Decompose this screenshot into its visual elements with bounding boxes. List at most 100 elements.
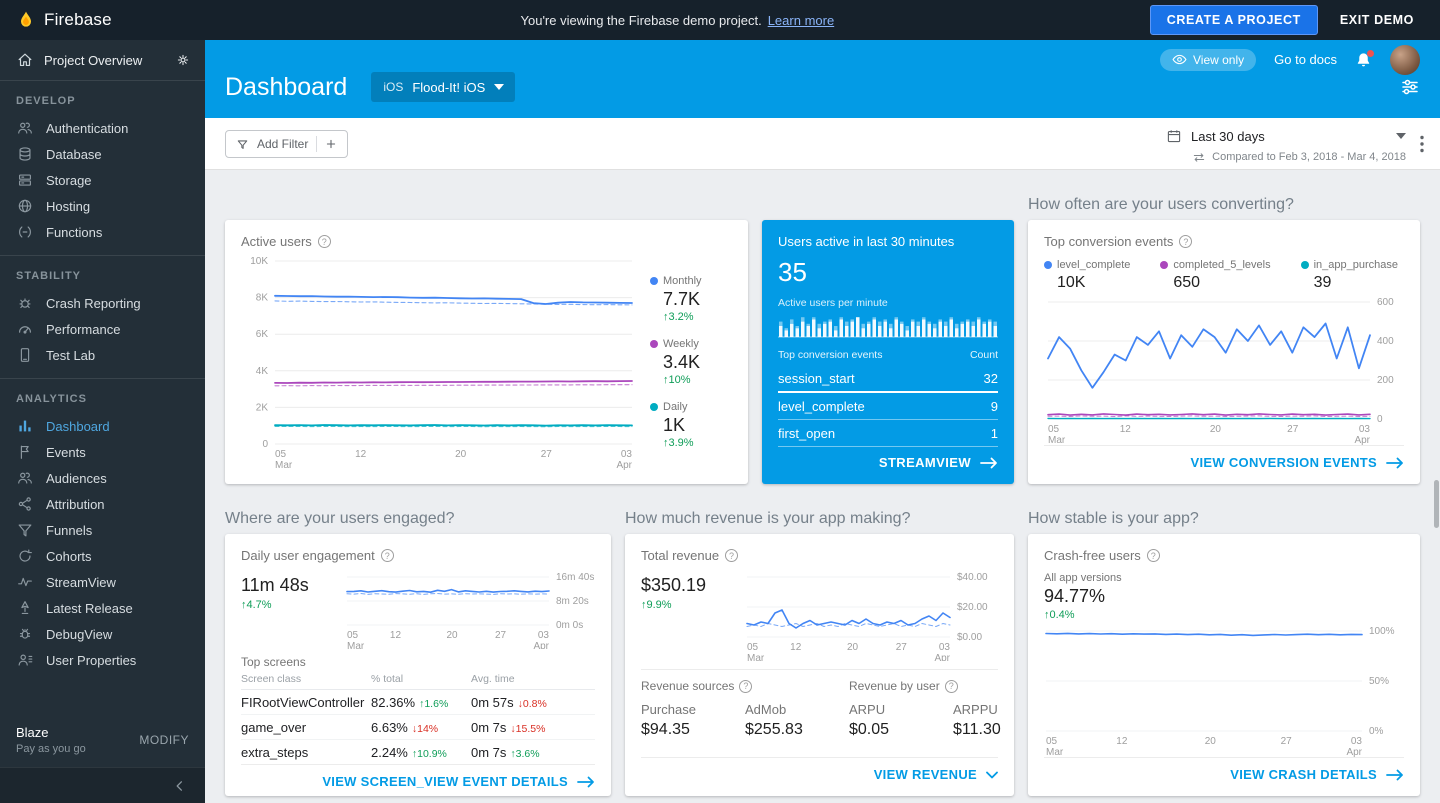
top-screens-table: Screen class % total Avg. time FIRootVie… <box>241 673 595 764</box>
date-range-dropdown[interactable]: Last 30 days <box>1166 128 1406 144</box>
more-options-kebab-icon[interactable] <box>1420 135 1424 169</box>
svg-text:16m 40s: 16m 40s <box>556 572 594 583</box>
info-icon[interactable] <box>318 235 331 248</box>
legend-dot <box>1044 261 1052 269</box>
sidebar-item-functions[interactable]: Functions <box>0 219 205 245</box>
exit-demo-button[interactable]: EXIT DEMO <box>1340 13 1414 27</box>
table-row[interactable]: extra_steps 2.24%↑10.9% 0m 7s↑3.6% <box>241 740 595 764</box>
sidebar-item-cohorts[interactable]: Cohorts <box>0 543 205 569</box>
sidebar-item-label: Database <box>46 147 102 162</box>
percent-change: ↓14% <box>412 723 438 735</box>
table-row[interactable]: game_over 6.63%↓14% 0m 7s↓15.5% <box>241 715 595 740</box>
screen-name: FIRootViewController <box>241 695 371 710</box>
event-count: 1 <box>991 426 998 441</box>
calendar-icon <box>1166 128 1182 144</box>
notifications-bell-icon[interactable] <box>1355 51 1372 69</box>
svg-text:6K: 6K <box>256 329 269 340</box>
svg-text:03Apr: 03Apr <box>1346 736 1362 757</box>
event-name: level_complete <box>778 399 865 414</box>
plus-icon[interactable] <box>325 138 337 150</box>
legend-weekly: Weekly 3.4K ↑10% <box>650 338 732 386</box>
sidebar-item-label: Funnels <box>46 523 92 538</box>
sidebar-item-authentication[interactable]: Authentication <box>0 115 205 141</box>
info-icon[interactable] <box>945 680 958 693</box>
sidebar-item-label: Audiences <box>46 471 107 486</box>
sidebar-collapse-button[interactable] <box>0 767 205 803</box>
sidebar-item-latest-release[interactable]: Latest Release <box>0 595 205 621</box>
sidebar-section-develop: DEVELOP Authentication Database Storage … <box>0 81 205 256</box>
view-revenue-link[interactable]: VIEW REVENUE <box>641 757 998 782</box>
info-icon[interactable] <box>739 680 752 693</box>
sidebar-item-crash-reporting[interactable]: Crash Reporting <box>0 290 205 316</box>
info-icon[interactable] <box>725 549 738 562</box>
app-selector-dropdown[interactable]: iOS Flood-It! iOS <box>371 72 515 102</box>
people-icon <box>16 119 34 137</box>
engagement-sparkline-chart: 16m 40s8m 20s0m 0s05Mar12202703Apr <box>345 571 595 649</box>
sidebar-item-funnels[interactable]: Funnels <box>0 517 205 543</box>
realtime-event-row[interactable]: level_complete 9 <box>778 393 998 420</box>
sidebar-item-user-properties[interactable]: User Properties <box>0 647 205 673</box>
streamview-link[interactable]: STREAMVIEW <box>778 447 998 470</box>
sidebar-item-test-lab[interactable]: Test Lab <box>0 342 205 368</box>
sidebar-item-project-overview[interactable]: Project Overview <box>0 40 205 81</box>
sidebar-item-database[interactable]: Database <box>0 141 205 167</box>
svg-text:$40.00: $40.00 <box>957 572 988 583</box>
section-title-engaged: Where are your users engaged? <box>225 510 611 528</box>
realtime-event-row[interactable]: session_start 32 <box>778 365 998 393</box>
firebase-logo[interactable]: Firebase <box>0 10 205 30</box>
go-to-docs-link[interactable]: Go to docs <box>1274 52 1337 67</box>
speedometer-icon <box>16 320 34 338</box>
topbar: Firebase You're viewing the Firebase dem… <box>0 0 1440 40</box>
sidebar-item-storage[interactable]: Storage <box>0 167 205 193</box>
realtime-table-col2: Count <box>970 349 998 361</box>
view-crash-details-link[interactable]: VIEW CRASH DETAILS <box>1044 757 1404 782</box>
sidebar-item-dashboard[interactable]: Dashboard <box>0 413 205 439</box>
plan-modify-button[interactable]: MODIFY <box>139 733 189 747</box>
legend-label: level_complete <box>1057 259 1130 271</box>
legend-label: completed_5_levels <box>1173 259 1270 271</box>
revenue-by-user-group: Revenue by user ARPU $0.05 ARPPU $11.30 <box>849 679 1014 739</box>
scrollbar-thumb[interactable] <box>1434 480 1439 528</box>
chip-divider <box>316 136 317 152</box>
svg-text:27: 27 <box>541 449 553 460</box>
link-label: STREAMVIEW <box>879 455 971 470</box>
arrow-right-icon <box>577 776 595 788</box>
info-icon[interactable] <box>1179 235 1192 248</box>
view-only-label: View only <box>1193 53 1244 67</box>
legend-label: Daily <box>663 401 687 413</box>
view-conversion-events-link[interactable]: VIEW CONVERSION EVENTS <box>1044 445 1404 470</box>
create-project-button[interactable]: CREATE A PROJECT <box>1150 5 1318 35</box>
sidebar-item-performance[interactable]: Performance <box>0 316 205 342</box>
svg-text:12: 12 <box>390 630 402 641</box>
avg-time: 0m 7s <box>471 720 506 735</box>
info-icon[interactable] <box>1147 549 1160 562</box>
table-row[interactable]: FIRootViewController 82.36%↑1.6% 0m 57s↓… <box>241 690 595 715</box>
crash-value: 94.77% <box>1044 586 1404 607</box>
chevron-down-icon <box>494 84 504 90</box>
legend-dot <box>1301 261 1309 269</box>
sidebar-item-events[interactable]: Events <box>0 439 205 465</box>
realtime-event-row[interactable]: first_open 1 <box>778 420 998 447</box>
people-icon <box>16 469 34 487</box>
info-icon[interactable] <box>381 549 394 562</box>
svg-text:12: 12 <box>1120 424 1132 435</box>
column-header: Screen class <box>241 673 371 685</box>
view-only-badge[interactable]: View only <box>1160 49 1256 71</box>
view-screen-details-link[interactable]: VIEW SCREEN_VIEW EVENT DETAILS <box>241 764 595 789</box>
learn-more-link[interactable]: Learn more <box>768 13 834 28</box>
sidebar-item-attribution[interactable]: Attribution <box>0 491 205 517</box>
sidebar-item-hosting[interactable]: Hosting <box>0 193 205 219</box>
event-name: first_open <box>778 426 835 441</box>
app-name-label: Flood-It! iOS <box>412 80 485 95</box>
project-settings-gear-icon[interactable] <box>175 52 191 68</box>
tune-filters-icon[interactable] <box>1400 77 1420 97</box>
add-filter-chip[interactable]: Add Filter <box>225 130 348 158</box>
user-avatar[interactable] <box>1390 45 1420 75</box>
svg-text:8m 20s: 8m 20s <box>556 596 589 607</box>
sidebar-item-debugview[interactable]: DebugView <box>0 621 205 647</box>
sidebar-item-streamview[interactable]: StreamView <box>0 569 205 595</box>
plan-row: Blaze Pay as you go MODIFY <box>0 713 205 767</box>
sidebar-item-label: Functions <box>46 225 102 240</box>
card-title: Active users <box>241 234 312 249</box>
sidebar-item-audiences[interactable]: Audiences <box>0 465 205 491</box>
